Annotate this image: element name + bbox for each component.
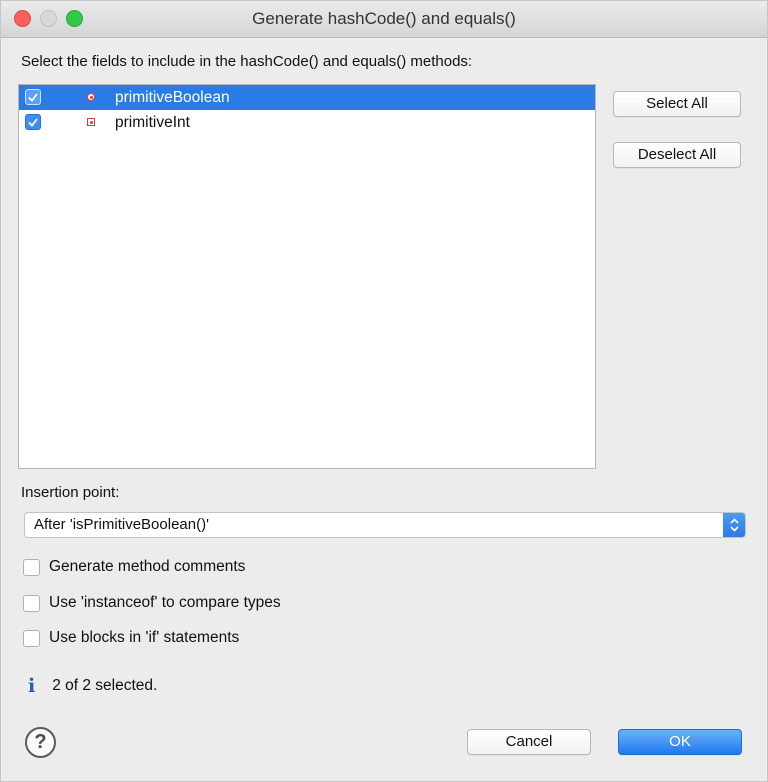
field-row-primitive-boolean[interactable]: primitiveBoolean (19, 85, 595, 110)
dialog-window: Generate hashCode() and equals() Select … (0, 0, 768, 782)
field-checkbox[interactable] (25, 114, 41, 130)
use-instanceof-option[interactable]: Use 'instanceof' to compare types (23, 594, 281, 612)
deselect-all-button[interactable]: Deselect All (613, 142, 741, 168)
insertion-point-select[interactable]: After 'isPrimitiveBoolean()' (24, 512, 746, 538)
field-private-icon (87, 118, 95, 126)
generate-comments-checkbox[interactable] (23, 558, 40, 576)
use-blocks-checkbox[interactable] (23, 629, 40, 647)
ok-button[interactable]: OK (618, 729, 742, 755)
field-label: primitiveBoolean (115, 89, 230, 106)
window-title: Generate hashCode() and equals() (252, 9, 516, 28)
fields-list[interactable]: primitiveBoolean primitiveInt (18, 84, 596, 469)
checkmark-icon (28, 92, 38, 102)
title-bar[interactable]: Generate hashCode() and equals() (1, 1, 767, 38)
info-icon: i (28, 675, 36, 697)
status-text: 2 of 2 selected. (52, 677, 158, 694)
cancel-button[interactable]: Cancel (467, 729, 591, 755)
insertion-point-value: After 'isPrimitiveBoolean()' (34, 516, 209, 533)
generate-comments-option[interactable]: Generate method comments (23, 558, 245, 576)
option-label: Use blocks in 'if' statements (49, 629, 240, 646)
use-instanceof-checkbox[interactable] (23, 594, 40, 612)
help-icon[interactable]: ? (25, 727, 56, 758)
checkmark-icon (28, 117, 38, 127)
field-label: primitiveInt (115, 114, 190, 131)
field-checkbox[interactable] (25, 89, 41, 105)
field-row-primitive-int[interactable]: primitiveInt (19, 110, 595, 135)
insertion-point-label: Insertion point: (21, 484, 120, 501)
option-label: Generate method comments (49, 558, 246, 575)
selection-status: i 2 of 2 selected. (28, 675, 157, 697)
option-label: Use 'instanceof' to compare types (49, 594, 281, 611)
field-private-icon (87, 93, 95, 101)
fields-prompt: Select the fields to include in the hash… (21, 53, 473, 70)
select-all-button[interactable]: Select All (613, 91, 741, 117)
use-blocks-option[interactable]: Use blocks in 'if' statements (23, 629, 239, 647)
up-down-chevron-icon[interactable] (723, 513, 745, 537)
